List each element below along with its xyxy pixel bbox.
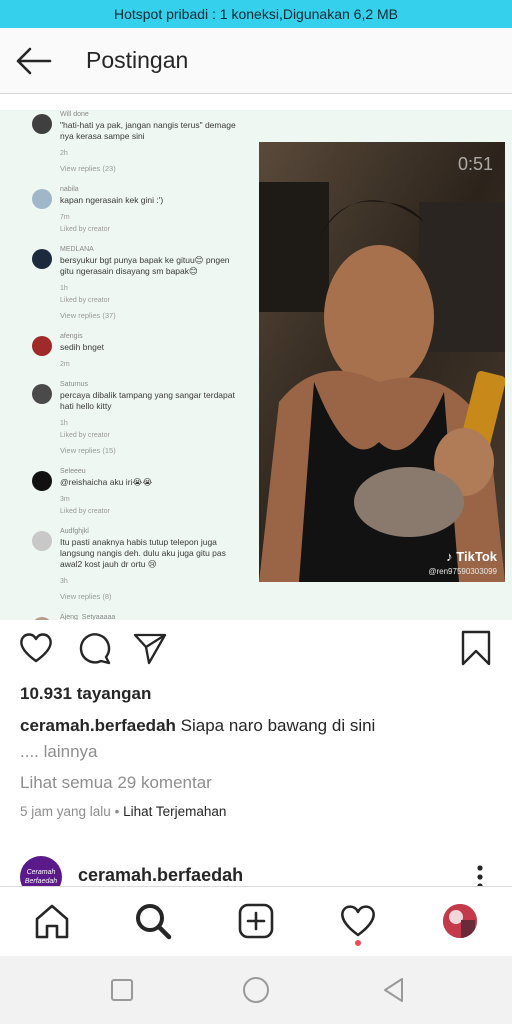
- comment-text: Itu pasti anaknya habis tutup telepon ju…: [60, 537, 226, 569]
- comment-username: MEDLANA: [60, 246, 94, 253]
- bottom-navigation: [0, 886, 512, 956]
- comment-liked-by: Liked by creator: [60, 297, 110, 304]
- post-media[interactable]: Will done "hati-hati ya pak, jangan nangi…: [0, 110, 512, 620]
- comment-time: 2h: [60, 150, 68, 157]
- status-bar: Hotspot pribadi : 1 koneksi,Digunakan 6,…: [0, 0, 512, 28]
- post-actions: [0, 630, 512, 670]
- like-button[interactable]: [18, 630, 54, 666]
- translate-link[interactable]: Lihat Terjemahan: [123, 804, 226, 819]
- video-person-image: [259, 142, 505, 582]
- comment-avatar: [32, 189, 52, 209]
- video-timer: 0:51: [457, 154, 493, 174]
- home-circle-icon: [243, 977, 269, 1003]
- activity-heart-icon: [341, 905, 375, 937]
- arrow-left-icon: [16, 47, 52, 75]
- comment-username: Saturnus: [60, 381, 89, 388]
- add-post-icon: [238, 903, 274, 939]
- comment-text: sedih bnget: [60, 342, 104, 352]
- search-icon: [136, 904, 172, 940]
- home-system-button[interactable]: [242, 976, 270, 1004]
- app-header: Postingan: [0, 28, 512, 94]
- comment-replies: View replies (8): [60, 592, 112, 601]
- page-title: Postingan: [86, 47, 189, 73]
- nav-profile-avatar[interactable]: [443, 904, 477, 938]
- comment-avatar: [32, 617, 52, 620]
- comment-avatar: [32, 531, 52, 551]
- screen: Hotspot pribadi : 1 koneksi,Digunakan 6,…: [0, 0, 512, 1024]
- comment-text: "hati-hati ya pak, jangan nangis terus" …: [60, 120, 236, 141]
- tiktok-watermark: ♪ TikTok: [446, 549, 497, 564]
- comment-liked-by: Liked by creator: [60, 508, 110, 515]
- video-frame[interactable]: 0:51 ♪ TikTok @ren97590303099: [259, 142, 505, 582]
- notification-dot: [355, 940, 361, 946]
- nav-home[interactable]: [32, 901, 72, 941]
- comment-item: Ajeng_Setyaaaaaair mata gua jatuh ketika…: [30, 613, 245, 620]
- comment-time: 2m: [60, 361, 70, 368]
- home-icon: [35, 904, 69, 939]
- comment-username: Audfghjkl: [60, 528, 89, 535]
- heart-icon: [20, 633, 52, 663]
- comment-item: Seleeeu @reishaicha aku iri😭😭 3m Liked by c…: [30, 467, 245, 518]
- comment-username: nabila: [60, 186, 79, 193]
- comment-text: bersyukur bgt punya bapak ke gituu😊 pnge…: [60, 255, 230, 276]
- comment-item: MEDLANA bersyukur bgt punya bapak ke gitu…: [30, 245, 245, 323]
- comment-item: Audfghjkl Itu pasti anaknya habis tutup t…: [30, 527, 245, 604]
- comment-text: @reishaicha aku iri😭😭: [60, 477, 153, 487]
- comment-button[interactable]: [76, 630, 112, 666]
- comment-username: Will done: [60, 111, 89, 118]
- comment-liked-by: Liked by creator: [60, 432, 110, 439]
- caption-username[interactable]: ceramah.berfaedah: [20, 716, 176, 735]
- next-post-username[interactable]: ceramah.berfaedah: [78, 865, 243, 886]
- comment-username: Ajeng_Setyaaaaa: [60, 614, 116, 620]
- comments-screenshot: Will done "hati-hati ya pak, jangan nangi…: [30, 110, 245, 620]
- back-triangle-icon: [384, 978, 403, 1002]
- nav-add-post[interactable]: [236, 901, 276, 941]
- comment-time: 7m: [60, 214, 70, 221]
- save-button[interactable]: [458, 630, 494, 666]
- comment-avatar: [32, 336, 52, 356]
- recents-square-icon: [111, 979, 133, 1001]
- share-button[interactable]: [132, 630, 168, 666]
- comment-text: percaya dibalik tampang yang sangar terd…: [60, 390, 235, 411]
- comment-time: 1h: [60, 285, 68, 292]
- comment-item: nabila kapan ngerasain kek gini :') 7m Like…: [30, 185, 245, 236]
- system-navigation: [0, 956, 512, 1024]
- nav-activity[interactable]: [338, 901, 378, 941]
- comment-username: afengis: [60, 333, 83, 340]
- comment-liked-by: Liked by creator: [60, 226, 110, 233]
- comment-replies: View replies (15): [60, 446, 116, 455]
- comment-avatar: [32, 114, 52, 134]
- post-caption: ceramah.berfaedah Siapa naro bawang di s…: [20, 713, 490, 765]
- bookmark-icon: [461, 630, 491, 666]
- back-system-button[interactable]: [380, 976, 408, 1004]
- caption-text: Siapa naro bawang di sini: [180, 716, 376, 735]
- comment-username: Seleeeu: [60, 468, 86, 475]
- comment-icon: [79, 633, 111, 665]
- more-link[interactable]: .... lainnya: [20, 742, 98, 761]
- comment-replies: View replies (23): [60, 164, 116, 173]
- send-icon: [133, 633, 167, 665]
- comment-time: 3m: [60, 496, 70, 503]
- comment-item: Will done "hati-hati ya pak, jangan nangi…: [30, 110, 245, 176]
- comment-item: afengis sedih bnget 2m: [30, 332, 245, 371]
- view-all-comments-link[interactable]: Lihat semua 29 komentar: [20, 773, 212, 793]
- nav-search[interactable]: [133, 901, 173, 941]
- recents-button[interactable]: [108, 976, 136, 1004]
- tiktok-label: TikTok: [456, 549, 497, 564]
- tiktok-user-id: @ren97590303099: [428, 567, 497, 576]
- comment-replies: View replies (37): [60, 311, 116, 320]
- meta-separator: •: [114, 804, 120, 819]
- comment-avatar: [32, 471, 52, 491]
- comment-avatar: [32, 249, 52, 269]
- comment-text: kapan ngerasain kek gini :'): [60, 195, 164, 205]
- post-meta: 5 jam yang lalu • Lihat Terjemahan: [20, 804, 226, 819]
- comment-avatar: [32, 384, 52, 404]
- profile-avatar-image: [443, 904, 477, 938]
- comment-time: 3h: [60, 578, 68, 585]
- post-time: 5 jam yang lalu: [20, 804, 111, 819]
- back-button[interactable]: [14, 46, 52, 76]
- views-count: 10.931 tayangan: [20, 684, 152, 703]
- comment-item: Saturnus percaya dibalik tampang yang san…: [30, 380, 245, 458]
- comment-time: 1h: [60, 420, 68, 427]
